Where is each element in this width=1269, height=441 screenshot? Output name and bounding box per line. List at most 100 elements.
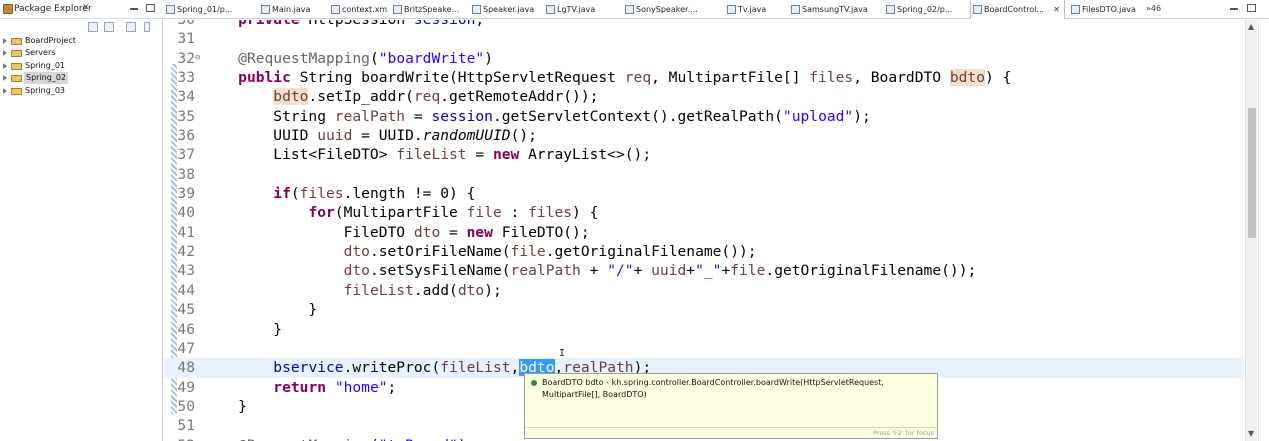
editor-tab[interactable]: Spring_01/p... <box>164 0 254 19</box>
javadoc-hover-tooltip[interactable]: BoardDTO bdto - kh.spring.controller.Boa… <box>524 373 938 439</box>
minimize-icon[interactable] <box>130 8 138 10</box>
code-text: bdto.setIp_addr(req.getRemoteAddr()); <box>273 88 599 106</box>
code-line[interactable]: 47 <box>164 339 1244 358</box>
project-folder-icon <box>11 50 22 58</box>
line-number: 45 <box>177 301 195 319</box>
line-number: 51 <box>177 417 195 435</box>
code-text: String realPath = session.getServletCont… <box>203 107 871 125</box>
scroll-down-icon[interactable]: ▼ <box>1248 429 1254 438</box>
editor-tab[interactable]: Spring_02/p... <box>884 0 964 19</box>
code-text: public String boardWrite(HttpServletRequ… <box>238 69 1012 87</box>
editor-tab-label: FilesDTO.java <box>1082 5 1136 14</box>
code-line[interactable]: 31 <box>164 29 1244 48</box>
line-number: 33 <box>177 69 195 87</box>
code-text: } <box>203 320 283 338</box>
line-number: 34 <box>177 88 195 106</box>
tree-item-project[interactable]: Spring_02 <box>0 72 163 85</box>
java-file-icon <box>791 5 800 14</box>
package-explorer-tab[interactable]: Package Explorer ✕ <box>0 0 163 19</box>
code-line[interactable]: 46 } <box>164 320 1244 339</box>
tree-item-project[interactable]: Spring_01 <box>0 60 163 72</box>
editor-tab[interactable]: context.xml <box>329 0 387 19</box>
editor-tab[interactable]: Speaker.java <box>470 0 540 19</box>
java-file-icon <box>546 5 555 14</box>
code-line[interactable]: 41 FileDTO dto = new FileDTO(); <box>164 223 1244 242</box>
editor-minimize-icon[interactable] <box>1230 8 1238 10</box>
project-folder-icon <box>11 87 22 95</box>
line-number: 32 <box>177 49 195 67</box>
line-number: 38 <box>177 165 195 183</box>
scrollbar-thumb[interactable] <box>1248 108 1256 238</box>
code-text: FileDTO dto = new FileDTO(); <box>203 223 590 241</box>
maximize-icon[interactable] <box>146 4 155 12</box>
editor-tab[interactable]: SonySpeaker.... <box>623 0 718 19</box>
editor-tab[interactable]: FilesDTO.java <box>1069 0 1149 19</box>
expand-arrow-icon[interactable] <box>3 87 7 94</box>
java-file-icon <box>625 5 634 14</box>
code-text: @RequestMapping("boardWrite") <box>238 49 493 67</box>
code-line[interactable]: 32 ⊖ @RequestMapping("boardWrite") <box>164 49 1244 68</box>
line-number: 52 <box>164 436 195 441</box>
expand-arrow-icon[interactable] <box>3 38 7 44</box>
line-number: 49 <box>177 378 195 396</box>
editor-tab-label: SamsungTV.java <box>802 5 868 14</box>
line-number: 36 <box>177 127 195 145</box>
code-text: dto.setOriFileName(file.getOriginalFilen… <box>343 243 757 261</box>
code-text: UUID uuid = UUID.randomUUID(); <box>203 127 537 145</box>
text-cursor-icon: I <box>559 348 566 359</box>
code-line[interactable]: 39 if(files.length != 0) { <box>164 184 1244 203</box>
code-line[interactable]: 44 fileList.add(dto); <box>164 281 1244 300</box>
tree-item-label: Servers <box>25 48 56 58</box>
code-line[interactable]: 40 for(MultipartFile file : files) { <box>164 203 1244 222</box>
fold-toggle-icon[interactable]: ⊖ <box>195 49 200 68</box>
tree-item-project[interactable]: Spring_03 <box>0 85 163 97</box>
code-text: fileList.add(dto); <box>343 281 502 299</box>
code-line[interactable]: 35 String realPath = session.getServletC… <box>164 107 1244 126</box>
editor-tab[interactable]: BoardControl... ✕ <box>970 0 1065 19</box>
code-text: private HttpSession session; <box>203 20 484 29</box>
tooltip-focus-hint: Press 'F2' for focus <box>872 429 934 437</box>
tree-item-project[interactable]: Servers <box>0 47 163 59</box>
scroll-up-icon[interactable]: ▲ <box>1248 22 1254 31</box>
project-tree: BoardProject Servers Spring_01 Spring_02 Spr… <box>0 35 163 97</box>
editor-tab[interactable]: Tv.java <box>725 0 785 19</box>
code-line[interactable]: 45 } <box>164 300 1244 319</box>
code-line[interactable]: 37 List<FileDTO> fileList = new ArrayLis… <box>164 145 1244 164</box>
link-with-editor-icon[interactable] <box>104 22 114 32</box>
code-line[interactable]: 36 UUID uuid = UUID.randomUUID(); <box>164 126 1244 145</box>
java-file-icon <box>331 5 340 14</box>
editor-tab[interactable]: Main.java <box>259 0 324 19</box>
expand-arrow-icon[interactable] <box>3 62 7 69</box>
vertical-scrollbar[interactable]: ▲ ▼ <box>1245 20 1257 441</box>
editor-tab-label: Main.java <box>272 5 311 14</box>
editor-maximize-icon[interactable] <box>1247 4 1256 12</box>
line-number: 35 <box>177 107 195 125</box>
view-menu-icon[interactable] <box>126 22 136 32</box>
tree-item-label: Spring_03 <box>25 85 65 95</box>
editor-tab[interactable]: LgTV.java <box>544 0 619 19</box>
code-text: for(MultipartFile file : files) { <box>308 204 599 222</box>
chevron-down-icon[interactable] <box>144 22 150 32</box>
editor-tab[interactable]: BritzSpeake... <box>391 0 466 19</box>
code-line[interactable]: 34 bdto.setIp_addr(req.getRemoteAddr()); <box>164 87 1244 106</box>
java-file-icon <box>973 5 982 14</box>
expand-arrow-icon[interactable] <box>3 75 7 82</box>
overview-ruler <box>1258 20 1269 441</box>
code-text: return "home"; <box>273 378 397 396</box>
package-explorer-title: Package Explorer <box>14 4 92 14</box>
code-line[interactable]: 38 <box>164 165 1244 184</box>
editor-tab[interactable]: SamsungTV.java <box>789 0 879 19</box>
fold-toggle-icon[interactable]: ⊖ <box>195 436 200 441</box>
tree-item-project[interactable]: BoardProject <box>0 35 163 47</box>
collapse-all-icon[interactable] <box>88 22 98 32</box>
tree-item-label: Spring_01 <box>25 60 65 70</box>
expand-arrow-icon[interactable] <box>3 50 7 57</box>
close-icon[interactable]: ✕ <box>82 3 90 13</box>
more-tabs-button[interactable]: »46 <box>1146 4 1161 13</box>
close-tab-icon[interactable]: ✕ <box>1053 0 1060 19</box>
code-line[interactable]: 42 dto.setOriFileName(file.getOriginalFi… <box>164 242 1244 261</box>
code-line[interactable]: 43 dto.setSysFileName(realPath + "/"+ uu… <box>164 261 1244 280</box>
code-line[interactable]: 33 public String boardWrite(HttpServletR… <box>164 68 1244 87</box>
line-number: 40 <box>177 204 195 222</box>
code-line[interactable]: 30 private HttpSession session; <box>164 20 1244 29</box>
